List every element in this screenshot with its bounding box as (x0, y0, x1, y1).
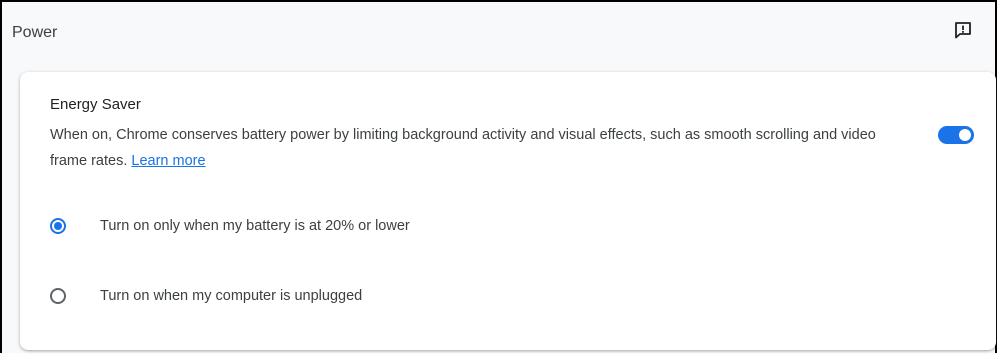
radio-label-battery-20: Turn on only when my battery is at 20% o… (100, 218, 410, 234)
radio-button-battery-20[interactable] (50, 218, 66, 234)
energy-saver-toggle[interactable] (938, 126, 974, 144)
energy-saver-card: Energy Saver When on, Chrome conserves b… (20, 72, 996, 350)
radio-option-battery-20[interactable]: Turn on only when my battery is at 20% o… (50, 218, 410, 234)
toggle-knob (959, 129, 971, 141)
feedback-icon (953, 20, 973, 45)
radio-label-unplugged: Turn on when my computer is unplugged (100, 288, 363, 304)
radio-dot (54, 222, 62, 230)
radio-option-unplugged[interactable]: Turn on when my computer is unplugged (50, 288, 362, 304)
energy-saver-title: Energy Saver (50, 96, 141, 113)
radio-button-unplugged[interactable] (50, 288, 66, 304)
feedback-button[interactable] (950, 20, 976, 44)
learn-more-link[interactable]: Learn more (131, 153, 205, 169)
settings-page: Power Energy Saver When on, Chrome conse… (0, 0, 997, 353)
energy-saver-description: When on, Chrome conserves battery power … (50, 122, 900, 174)
page-title: Power (12, 24, 58, 41)
